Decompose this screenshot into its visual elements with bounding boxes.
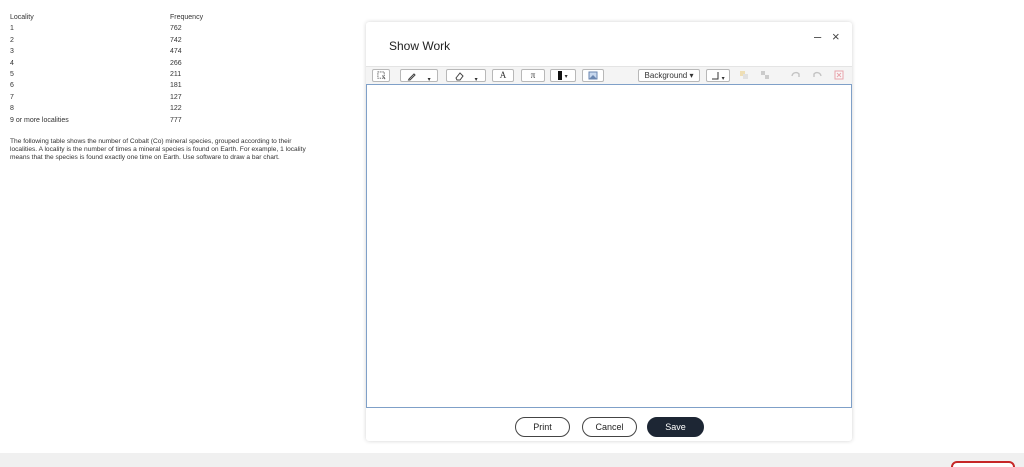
footer-button[interactable]	[951, 461, 1015, 467]
stroke-width-icon[interactable]: ▾	[706, 69, 730, 82]
paste-icon[interactable]	[757, 69, 773, 82]
frequency-cell: 474	[170, 48, 182, 56]
frequency-cell: 777	[170, 116, 182, 124]
table-row: 7 127	[10, 94, 230, 105]
table-row: 4 266	[10, 60, 230, 71]
table-row: 1 762	[10, 25, 230, 36]
locality-cell: 3	[10, 48, 14, 56]
copy-icon[interactable]	[736, 69, 752, 82]
table-row: 2 742	[10, 37, 230, 48]
locality-cell: 8	[10, 105, 14, 113]
locality-cell: 1	[10, 25, 14, 33]
table-row: 9 or more localities 777	[10, 117, 230, 128]
minimize-icon[interactable]: –	[814, 30, 821, 43]
drawing-toolbar: ▾ ▾ A π ▾ Background ▾ ▾	[366, 66, 852, 84]
table-row: 3 474	[10, 48, 230, 59]
table-row: 6 181	[10, 82, 230, 93]
page-footer	[0, 453, 1024, 467]
locality-cell: 2	[10, 36, 14, 44]
table-row: 5 211	[10, 71, 230, 82]
table-row: 8 122	[10, 105, 230, 116]
frequency-cell: 211	[170, 70, 182, 78]
save-button[interactable]: Save	[647, 417, 704, 437]
problem-statement: The following table shows the number of …	[10, 138, 306, 161]
dialog-title: Show Work	[389, 39, 451, 53]
redo-icon[interactable]	[809, 69, 825, 82]
frequency-cell: 742	[170, 36, 182, 44]
frequency-cell: 181	[170, 82, 182, 90]
table-header-row: Locality Frequency	[10, 14, 230, 25]
locality-cell: 9 or more localities	[10, 116, 69, 124]
select-tool-icon[interactable]	[372, 69, 390, 82]
dropdown-arrow-icon: ▾	[427, 77, 431, 83]
pi-tool-icon[interactable]: π	[521, 69, 545, 82]
image-insert-icon[interactable]	[582, 69, 604, 82]
dropdown-arrow-icon: ▾	[721, 76, 725, 82]
column-header-frequency: Frequency	[170, 14, 204, 21]
drawing-canvas[interactable]	[366, 84, 852, 408]
clear-canvas-icon[interactable]	[831, 69, 847, 82]
column-header-locality: Locality	[10, 14, 34, 21]
locality-cell: 4	[10, 59, 14, 67]
print-button[interactable]: Print	[515, 417, 570, 437]
background-dropdown[interactable]: Background ▾	[638, 69, 700, 82]
text-tool-icon[interactable]: A	[492, 69, 514, 82]
undo-icon[interactable]	[787, 69, 803, 82]
locality-cell: 6	[10, 82, 14, 90]
line-color-icon[interactable]: ▾	[550, 69, 576, 82]
locality-cell: 5	[10, 70, 14, 78]
frequency-cell: 266	[170, 59, 182, 67]
frequency-cell: 127	[170, 93, 182, 101]
frequency-cell: 122	[170, 105, 182, 113]
dropdown-arrow-icon: ▾	[564, 74, 568, 80]
show-work-dialog: Show Work – × ▾ ▾ A π ▾ Background ▾ ▾ P…	[366, 22, 852, 441]
locality-cell: 7	[10, 93, 14, 101]
cancel-button[interactable]: Cancel	[582, 417, 637, 437]
eraser-tool-icon[interactable]: ▾	[446, 69, 486, 83]
frequency-table: Locality Frequency 1 762 2 742 3 474 4 2…	[10, 14, 230, 128]
dropdown-arrow-icon: ▾	[474, 77, 478, 83]
frequency-cell: 762	[170, 25, 182, 33]
pencil-tool-icon[interactable]: ▾	[400, 69, 438, 83]
close-icon[interactable]: ×	[832, 30, 840, 43]
